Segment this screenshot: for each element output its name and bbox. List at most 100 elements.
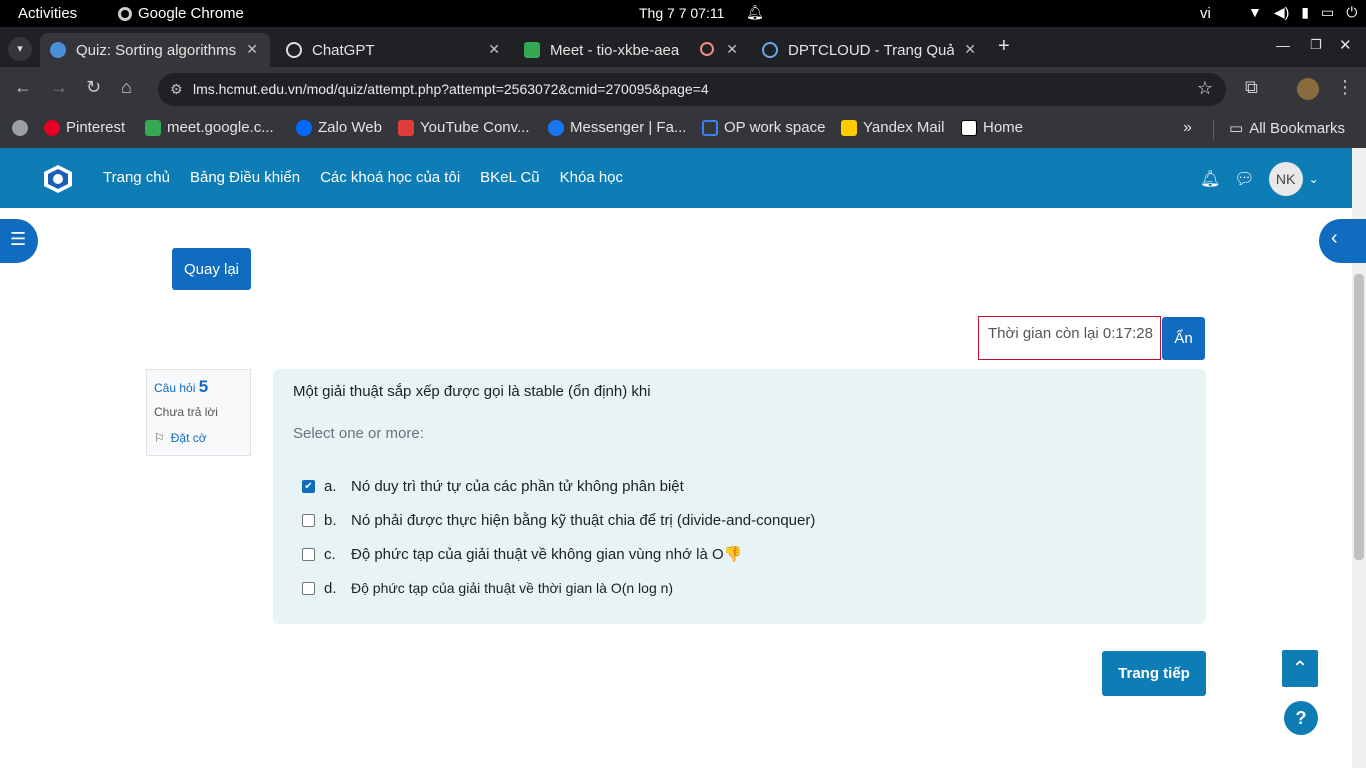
nav-dashboard[interactable]: Bảng Điều khiển [190,169,300,186]
chrome-icon [118,6,132,21]
bookmark-label: Yandex Mail [863,119,945,136]
language-indicator[interactable]: vi [1200,5,1211,22]
bookmark-home[interactable]: Home [961,119,1023,136]
close-window-icon[interactable]: ✕ [1339,36,1352,54]
header-icons: 🔔︎ 💬︎ NK ⌄ [1200,162,1319,196]
bookmark-label: Pinterest [66,119,126,136]
answer-list: ✔ a. Nó duy trì thứ tự của các phần tử k… [293,469,1186,605]
maximize-icon[interactable]: ❐ [1310,37,1322,53]
pinterest-icon [44,119,60,136]
nav-bkel-old[interactable]: BKeL Cũ [480,169,539,186]
tab-meet[interactable]: Meet - tio-xkbe-aea ✕ [514,33,750,67]
answer-letter: d. [324,579,337,597]
scrollbar-thumb[interactable] [1354,274,1364,560]
bookmark-label: OP work space [724,119,826,136]
bookmark-star-icon[interactable]: ☆ [1197,78,1213,99]
chevron-down-icon[interactable]: ⌄ [1309,172,1319,186]
answer-option-d[interactable]: d. Độ phức tạp của giải thuật về thời gi… [293,571,1186,605]
answer-checkbox[interactable] [302,581,315,595]
back-button[interactable]: Quay lại [172,248,251,290]
answer-letter: a. [324,477,337,495]
back-arrow-icon[interactable]: ← [14,77,32,98]
question-number: Câu hỏi 5 [154,377,243,397]
answer-text: Độ phức tạp của giải thuật về không gian… [351,546,743,563]
recording-icon [700,42,714,56]
course-index-toggle[interactable]: ☰ [0,219,38,263]
block-drawer-toggle[interactable]: ‹ [1319,219,1366,263]
power-icon: ⏻ [1346,4,1358,20]
bookmark-label: All Bookmarks [1249,119,1346,137]
nav-home[interactable]: Trang chủ [103,169,170,186]
bookmark-youtube-converter[interactable]: YouTube Conv... [398,119,530,136]
home-icon[interactable]: ⌂ [121,77,132,98]
menu-icon[interactable]: ⋮ [1336,77,1354,98]
notion-icon [961,119,977,136]
notification-bell-icon[interactable]: 🔔︎ [1200,169,1220,189]
close-icon[interactable]: ✕ [726,41,738,58]
answer-option-a[interactable]: ✔ a. Nó duy trì thứ tự của các phần tử k… [293,469,1186,503]
all-bookmarks[interactable]: ▭ All Bookmarks [1229,119,1346,138]
bookmark-label: Messenger | Fa... [570,119,687,136]
os-top-bar: Activities Google Chrome Thg 7 7 07:11 🔔… [0,0,1366,27]
activities-button[interactable]: Activities [18,5,77,22]
extensions-icon[interactable]: ⧉ [1245,77,1258,98]
chevron-left-icon: ‹ [1331,227,1338,249]
answer-option-c[interactable]: c. Độ phức tạp của giải thuật về không g… [293,537,1186,571]
tab-search-icon[interactable]: ▾ [8,37,32,61]
meet-favicon-icon [524,42,540,58]
reload-icon[interactable]: ↻ [86,77,101,98]
close-icon[interactable]: ✕ [246,41,258,58]
bookmark-op-workspace[interactable]: OP work space [702,119,825,136]
bookmark-pinterest[interactable]: Pinterest [44,119,125,136]
zalo-icon [296,119,312,136]
flag-question-link[interactable]: ⚐ Đặt cờ [154,431,243,445]
apps-icon[interactable] [12,120,28,136]
tab-dptcloud[interactable]: DPTCLOUD - Trang Quản ✕ [752,33,988,67]
tab-title: Quiz: Sorting algorithms [76,41,237,59]
bookmark-zalo[interactable]: Zalo Web [296,119,382,136]
meet-icon [145,119,161,136]
battery-icon: ▭ [1321,4,1335,20]
bookmark-yandex-mail[interactable]: Yandex Mail [841,119,944,136]
tab-quiz[interactable]: Quiz: Sorting algorithms ✕ [40,33,270,67]
bookmark-messenger[interactable]: Messenger | Fa... [548,119,686,136]
app-name: Google Chrome [138,5,244,22]
answer-checkbox[interactable] [302,513,315,527]
divider [1213,120,1214,140]
site-header: Trang chủ Bảng Điều khiển Các khoá học c… [0,148,1352,208]
answer-checkbox[interactable]: ✔ [302,479,315,493]
chevron-up-icon: ⌃ [1291,658,1309,680]
messages-icon[interactable]: 💬︎ [1234,169,1254,189]
chatgpt-favicon-icon [286,42,302,58]
new-tab-icon[interactable]: + [998,35,1010,58]
address-bar[interactable]: ⚙ lms.hcmut.edu.vn/mod/quiz/attempt.php?… [158,73,1226,106]
user-avatar[interactable]: NK [1268,162,1303,196]
question-content: Một giải thuật sắp xếp được gọi là stabl… [273,369,1206,624]
close-icon[interactable]: ✕ [964,41,976,58]
clock[interactable]: Thg 7 7 07:11 [639,5,724,21]
site-info-icon[interactable]: ⚙ [170,81,183,98]
close-icon[interactable]: ✕ [488,41,500,58]
help-button[interactable]: ? [1284,701,1318,735]
hide-timer-button[interactable]: Ẩn [1162,317,1205,360]
answer-option-b[interactable]: b. Nó phải được thực hiện bằng kỹ thuật … [293,503,1186,537]
back-to-top-button[interactable]: ⌃ [1282,650,1318,687]
bookmark-meet[interactable]: meet.google.c... [145,119,274,136]
quiz-favicon-icon [50,42,66,58]
answer-text: Nó phải được thực hiện bằng kỹ thuật chi… [351,511,816,529]
nav-courses[interactable]: Khóa học [560,169,623,186]
tab-chatgpt[interactable]: ChatGPT ✕ [276,33,512,67]
url-text: lms.hcmut.edu.vn/mod/quiz/attempt.php?at… [193,81,709,97]
tab-title: DPTCLOUD - Trang Quản [788,41,954,59]
minimize-icon[interactable]: — [1276,37,1290,53]
profile-icon[interactable] [1297,78,1319,100]
next-page-button[interactable]: Trang tiếp [1102,651,1206,696]
nav-my-courses[interactable]: Các khoá học của tôi [320,169,460,186]
browser-toolbar: ← → ↻ ⌂ ⚙ lms.hcmut.edu.vn/mod/quiz/atte… [0,67,1366,112]
system-tray[interactable]: ▼ ◀) ▮ ▭ ⏻ [1248,4,1357,21]
bk-logo[interactable] [42,164,74,194]
answer-checkbox[interactable] [302,547,315,561]
more-bookmarks-icon[interactable]: » [1183,119,1192,137]
app-indicator[interactable]: Google Chrome [118,5,244,22]
forward-arrow-icon[interactable]: → [50,77,68,98]
